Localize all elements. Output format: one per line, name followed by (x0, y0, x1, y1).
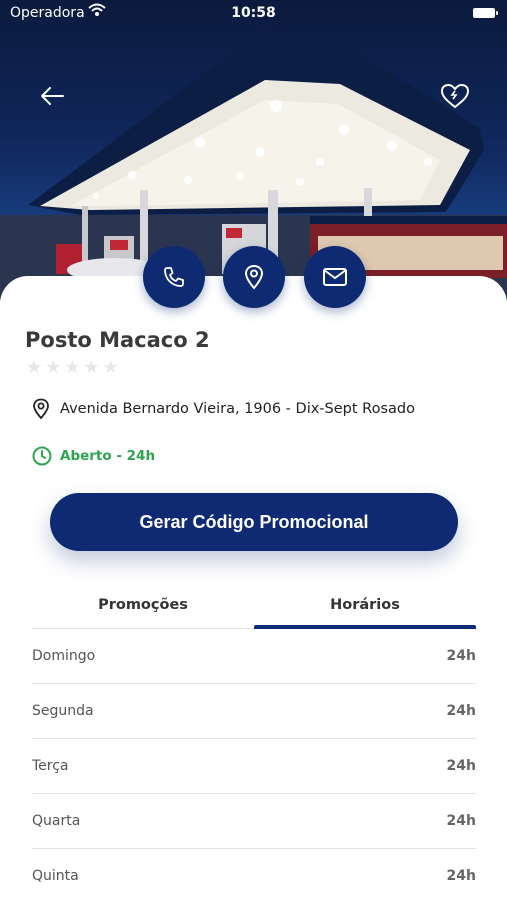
list-item: Terça 24h (32, 739, 476, 794)
heart-icon (440, 83, 470, 109)
address-text: Avenida Bernardo Vieira, 1906 - Dix-Sept… (60, 401, 415, 417)
rating-stars: ★ ★ ★ ★ ★ (26, 359, 119, 377)
hours-value: 24h (446, 703, 476, 719)
hours-value: 24h (446, 758, 476, 774)
hours-list: Domingo 24h Segunda 24h Terça 24h Quarta… (32, 629, 476, 903)
day-label: Terça (32, 758, 69, 774)
tab-horarios[interactable]: Horários (254, 588, 476, 629)
list-item: Domingo 24h (32, 629, 476, 684)
hours-value: 24h (446, 648, 476, 664)
mail-icon (323, 268, 347, 286)
day-label: Quinta (32, 868, 79, 884)
star-icon: ★ (45, 357, 62, 378)
location-pin-icon (33, 398, 49, 420)
map-pin-icon (244, 264, 264, 290)
status-bar: Operadora 10:58 (0, 0, 507, 28)
tab-promocoes[interactable]: Promoções (32, 588, 254, 628)
list-item: Segunda 24h (32, 684, 476, 739)
arrow-left-icon (41, 87, 64, 105)
tab-bar: Promoções Horários (32, 588, 476, 629)
star-icon: ★ (26, 357, 43, 378)
station-name: Posto Macaco 2 (25, 328, 210, 352)
star-icon: ★ (102, 357, 119, 378)
list-item: Quarta 24h (32, 794, 476, 849)
phone-icon (164, 267, 184, 287)
open-status-text: Aberto - 24h (60, 448, 156, 464)
open-status: Aberto - 24h (32, 446, 155, 466)
list-item: Quinta 24h (32, 849, 476, 903)
call-button[interactable] (143, 246, 205, 308)
back-button[interactable] (36, 80, 68, 112)
address-row: Avenida Bernardo Vieira, 1906 - Dix-Sept… (32, 398, 415, 420)
generate-promo-code-button[interactable]: Gerar Código Promocional (50, 493, 458, 551)
status-time: 10:58 (231, 5, 276, 21)
hours-value: 24h (446, 813, 476, 829)
hours-value: 24h (446, 868, 476, 884)
battery-icon (473, 8, 498, 18)
clock-icon (32, 446, 52, 466)
day-label: Quarta (32, 813, 81, 829)
favorite-button[interactable] (438, 80, 472, 112)
star-icon: ★ (64, 357, 81, 378)
day-label: Domingo (32, 648, 96, 664)
location-button[interactable] (223, 246, 285, 308)
day-label: Segunda (32, 703, 94, 719)
email-button[interactable] (304, 246, 366, 308)
star-icon: ★ (83, 357, 100, 378)
